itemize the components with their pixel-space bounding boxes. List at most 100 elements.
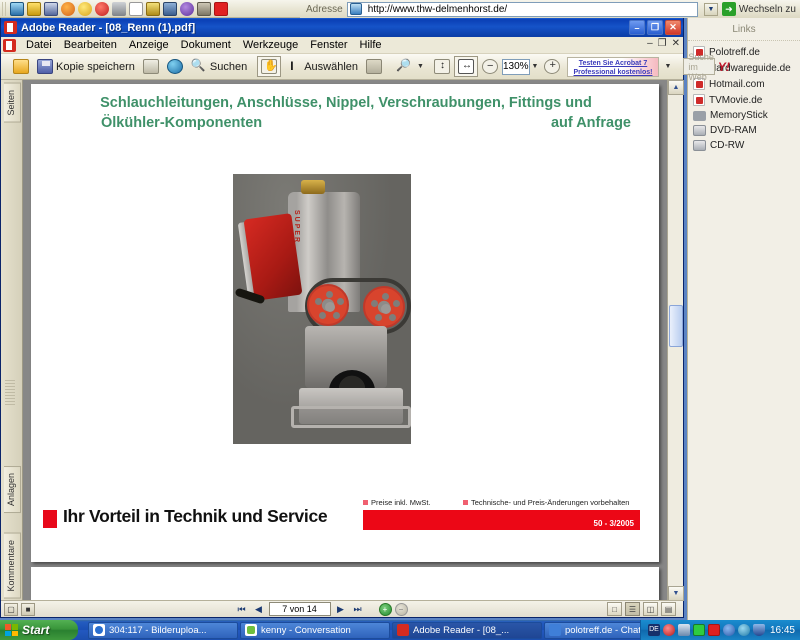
opera-icon[interactable] xyxy=(95,1,109,16)
page-icon[interactable] xyxy=(129,1,143,16)
menu-werkzeuge[interactable]: Werkzeuge xyxy=(237,38,304,52)
link-icon[interactable] xyxy=(112,1,126,16)
zoom-out-status-button[interactable]: − xyxy=(394,602,408,616)
fit-width-button[interactable] xyxy=(453,56,478,77)
fit-width-icon xyxy=(457,59,474,74)
start-button[interactable]: Start xyxy=(0,620,78,640)
menu-dokument[interactable]: Dokument xyxy=(175,38,237,52)
save-copy-button[interactable]: Kopie speichern xyxy=(33,56,139,77)
bookmarks-toggle-icon[interactable]: ▢ xyxy=(4,602,18,616)
continuous-icon[interactable]: ☰ xyxy=(625,602,640,616)
open-file-button[interactable] xyxy=(9,56,33,77)
link-item-cdrw[interactable]: CD-RW xyxy=(693,138,800,153)
zoom-level-input[interactable]: 130% xyxy=(501,58,530,75)
link-item-memorystick[interactable]: MemoryStick xyxy=(693,108,800,123)
document-viewport[interactable]: Schlauchleitungen, Anschlüsse, Nippel, V… xyxy=(23,80,667,601)
menu-anzeige[interactable]: Anzeige xyxy=(123,38,175,52)
person-icon[interactable] xyxy=(27,1,41,16)
hash-icon[interactable] xyxy=(214,1,228,16)
smiley-icon[interactable] xyxy=(78,1,92,16)
pencil-icon[interactable] xyxy=(146,1,160,16)
menu-hilfe[interactable]: Hilfe xyxy=(354,38,388,52)
single-page-icon[interactable]: □ xyxy=(607,602,622,616)
media-icon[interactable] xyxy=(180,1,194,16)
msn-icon xyxy=(245,624,257,636)
acrobat-promo-banner[interactable]: Testen Sie Acrobat 7 Professional kosten… xyxy=(567,57,659,77)
menu-datei[interactable]: Datei xyxy=(20,38,58,52)
book-icon[interactable] xyxy=(44,1,58,16)
monitor-icon[interactable] xyxy=(692,624,705,636)
print-button[interactable] xyxy=(139,56,163,77)
address-dropdown-icon[interactable]: ▼ xyxy=(703,2,718,16)
zoom-in-icon xyxy=(544,59,561,74)
update-icon[interactable] xyxy=(722,624,735,636)
scrollbar-thumb[interactable] xyxy=(669,305,683,347)
taskbar-item-bilderupload[interactable]: 304:117 - Bilderuploa... xyxy=(88,621,238,639)
page-heading: Schlauchleitungen, Anschlüsse, Nippel, V… xyxy=(61,93,631,133)
menu-bearbeiten[interactable]: Bearbeiten xyxy=(58,38,123,52)
address-input[interactable]: http://www.thw-delmenhorst.de/ xyxy=(346,1,698,17)
antivirus-icon[interactable] xyxy=(707,624,720,636)
sidebar-tab-anlagen[interactable]: Anlagen xyxy=(4,465,21,513)
reader-titlebar[interactable]: Adobe Reader - [08_Renn (1).pdf] – ❐ ✕ xyxy=(1,18,683,37)
language-icon[interactable]: DE xyxy=(647,624,660,636)
panel-toggle-icon[interactable]: ■ xyxy=(21,602,35,616)
globe-icon[interactable] xyxy=(10,1,24,16)
mail-icon[interactable] xyxy=(163,1,177,16)
toolbar-grip[interactable] xyxy=(2,1,7,16)
minimize-button[interactable]: – xyxy=(629,20,645,35)
shield-icon[interactable] xyxy=(752,624,765,636)
sound-icon[interactable] xyxy=(737,624,750,636)
sidebar-tab-kommentare[interactable]: Kommentare xyxy=(4,533,21,599)
mdi-window-controls: – ❐ ✕ xyxy=(647,38,680,49)
link-item-dvdram[interactable]: DVD-RAM xyxy=(693,123,800,138)
snapshot-button[interactable] xyxy=(362,56,386,77)
next-page-button[interactable]: ▶ xyxy=(334,603,348,616)
taskbar-item-adobe-reader[interactable]: Adobe Reader - [08_... xyxy=(392,621,542,639)
zoom-in-button[interactable] xyxy=(540,56,564,77)
chevron-down-icon[interactable]: ▼ xyxy=(415,63,426,70)
firefox-icon[interactable] xyxy=(61,1,75,16)
search-button[interactable]: Suchen xyxy=(187,56,251,77)
yahoo-search-icon[interactable]: Y! xyxy=(715,60,733,74)
link-item-tvmovie[interactable]: TVMovie.de xyxy=(693,92,800,108)
camera-icon[interactable] xyxy=(197,1,211,16)
network-icon[interactable] xyxy=(677,624,690,636)
page-number-input[interactable]: 7 von 14 xyxy=(268,602,331,616)
modem-icon[interactable] xyxy=(662,624,675,636)
mdi-close-button[interactable]: ✕ xyxy=(672,38,680,49)
facing-icon[interactable]: ◫ xyxy=(643,602,658,616)
last-page-button[interactable]: ⏭ xyxy=(351,603,365,616)
zoom-tool-button[interactable]: ▼ xyxy=(392,56,430,77)
link-label: Polotreff.de xyxy=(709,46,760,58)
maximize-button[interactable]: ❐ xyxy=(647,20,663,35)
link-label: DVD-RAM xyxy=(710,125,757,136)
mdi-restore-button[interactable]: ❐ xyxy=(658,38,667,49)
first-page-button[interactable]: ⏮ xyxy=(235,603,249,616)
email-button[interactable] xyxy=(163,56,187,77)
chevron-down-icon[interactable]: ▼ xyxy=(662,63,673,70)
scroll-down-button[interactable]: ▼ xyxy=(668,586,684,601)
previous-page-button[interactable]: ◀ xyxy=(252,603,266,616)
footer-page-code: 50 - 3/2005 xyxy=(593,519,634,528)
continuous-facing-icon[interactable]: ▤ xyxy=(661,602,676,616)
web-search-input[interactable]: Suche im Web xyxy=(683,52,715,82)
select-tool-button[interactable]: Auswählen xyxy=(281,56,362,77)
zoom-out-button[interactable] xyxy=(478,56,502,77)
zoom-in-status-button[interactable]: + xyxy=(378,602,392,616)
fit-page-button[interactable] xyxy=(430,56,454,77)
taskbar-item-kenny-conversation[interactable]: kenny - Conversation xyxy=(240,621,390,639)
footer-note-price: Preise inkl. MwSt. xyxy=(363,498,431,507)
sidebar-tab-seiten[interactable]: Seiten xyxy=(4,83,21,123)
scroll-up-button[interactable]: ▲ xyxy=(668,80,684,95)
zoom-dropdown-icon[interactable]: ▼ xyxy=(530,63,541,70)
taskbar-clock[interactable]: 16:45 xyxy=(768,625,795,636)
reader-statusbar: ▢ ■ ⏮ ◀ 7 von 14 ▶ ⏭ + − □ ☰ ◫ ▤ xyxy=(1,600,683,617)
menu-fenster[interactable]: Fenster xyxy=(304,38,353,52)
sidebar-splitter[interactable] xyxy=(5,380,15,406)
hand-tool-button[interactable] xyxy=(257,56,282,77)
document-scrollbar[interactable]: ▲ ▼ xyxy=(667,80,684,601)
go-button[interactable]: ➜ Wechseln zu xyxy=(721,2,800,16)
close-button[interactable]: ✕ xyxy=(665,20,681,35)
mdi-minimize-button[interactable]: – xyxy=(647,38,653,49)
